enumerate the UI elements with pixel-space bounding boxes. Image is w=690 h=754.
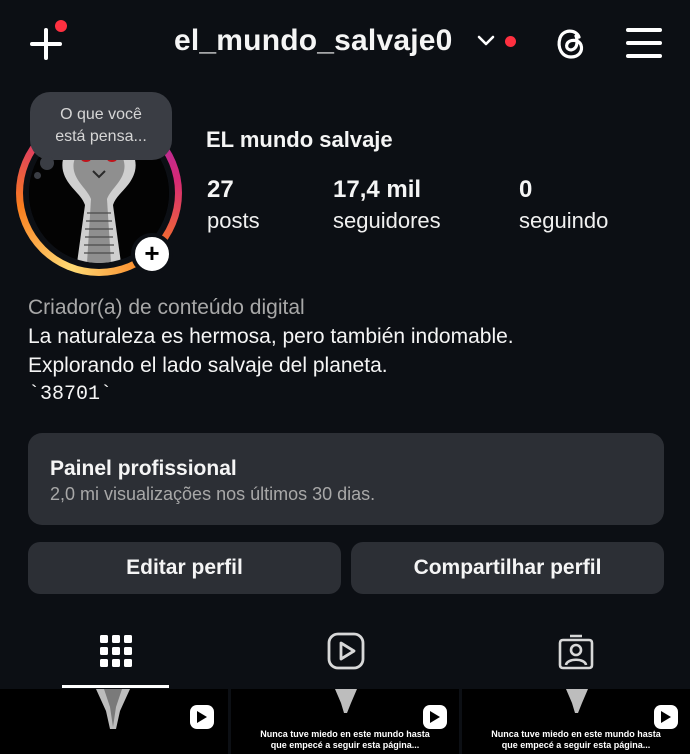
- bio-line: `38701`: [28, 383, 113, 406]
- posts-count[interactable]: 27: [207, 176, 234, 204]
- edit-profile-button[interactable]: Editar perfil: [28, 542, 341, 594]
- account-notification-dot: [505, 36, 516, 47]
- hamburger-menu-icon[interactable]: [626, 28, 662, 58]
- create-notification-dot: [55, 20, 67, 32]
- post-caption: Nunca tuve miedo en este mundo hasta que…: [260, 729, 430, 750]
- followers-count[interactable]: 17,4 mil: [333, 176, 421, 204]
- username[interactable]: el_mundo_salvaje0: [174, 24, 453, 58]
- note-bubble[interactable]: O que você está pensa...: [30, 92, 172, 160]
- grid-icon[interactable]: [97, 632, 135, 670]
- grid-post[interactable]: Nunca tuve miedo en este mundo hasta que…: [462, 689, 690, 754]
- bio-line: Explorando el lado salvaje del planeta.: [28, 354, 388, 377]
- following-label[interactable]: seguindo: [519, 208, 608, 234]
- posts-label[interactable]: posts: [207, 208, 260, 234]
- reel-icon: [654, 705, 678, 729]
- cobra-thumbnail: [566, 689, 588, 713]
- active-tab-indicator: [62, 685, 169, 688]
- note-text-line1: O que você: [60, 106, 142, 123]
- professional-dashboard[interactable]: Painel profissional 2,0 mi visualizações…: [28, 433, 664, 525]
- followers-label[interactable]: seguidores: [333, 208, 441, 234]
- post-caption: Nunca tuve miedo en este mundo hasta que…: [491, 729, 661, 750]
- tagged-icon[interactable]: [557, 632, 595, 670]
- reel-icon: [423, 705, 447, 729]
- cobra-thumbnail: [96, 689, 130, 729]
- dashboard-subtitle: 2,0 mi visualizações nos últimos 30 dias…: [50, 484, 376, 504]
- reels-icon[interactable]: [327, 632, 365, 670]
- share-profile-button[interactable]: Compartilhar perfil: [351, 542, 664, 594]
- add-story-button[interactable]: +: [131, 233, 173, 275]
- grid-post[interactable]: Nunca tuve miedo en este mundo hasta que…: [231, 689, 459, 754]
- following-count[interactable]: 0: [519, 176, 532, 204]
- display-name: EL mundo salvaje: [206, 127, 393, 152]
- dashboard-title: Painel profissional: [50, 457, 237, 480]
- bio-category: Criador(a) de conteúdo digital: [28, 296, 305, 319]
- chevron-down-icon[interactable]: [477, 34, 495, 48]
- note-text-line2: está pensa...: [55, 128, 147, 145]
- bio-line: La naturaleza es hermosa, pero también i…: [28, 325, 514, 348]
- reel-icon: [190, 705, 214, 729]
- note-tail: [40, 156, 54, 170]
- threads-icon[interactable]: [552, 24, 590, 62]
- note-tail-small: [34, 172, 41, 179]
- cobra-thumbnail: [335, 689, 357, 713]
- grid-post[interactable]: [0, 689, 228, 754]
